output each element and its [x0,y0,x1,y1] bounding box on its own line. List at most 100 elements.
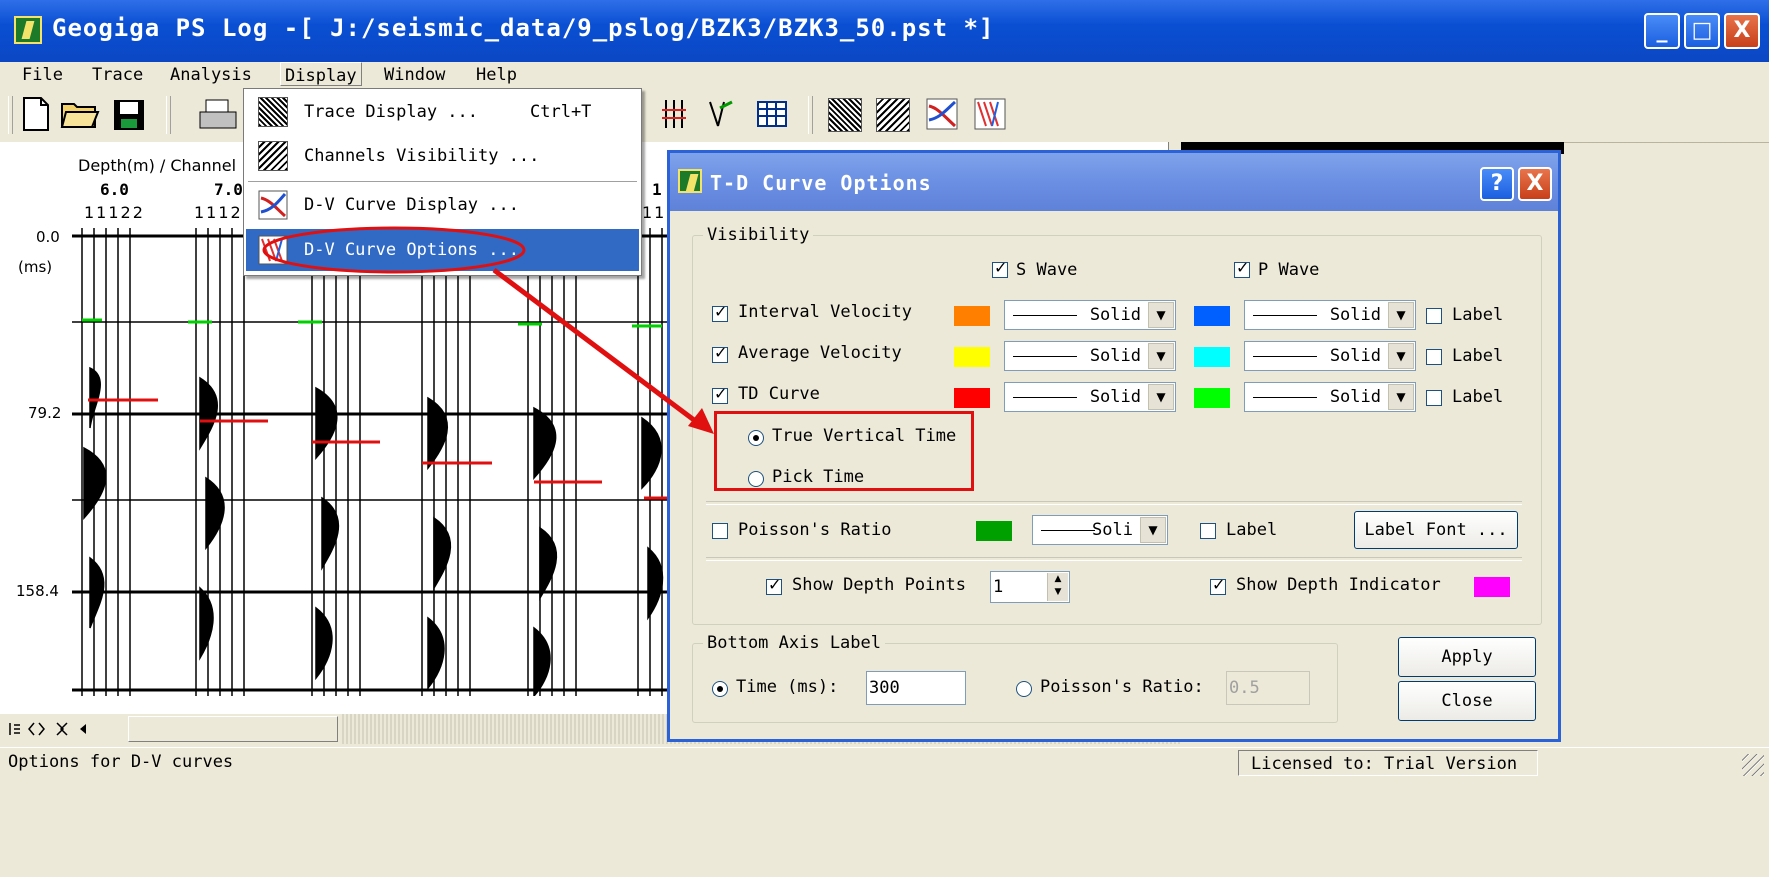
print-icon[interactable] [198,98,238,132]
title-bar[interactable]: Geogiga PS Log -[ J:/seismic_data/9_pslo… [0,0,1769,62]
menu-item-label: Trace Display ... [304,102,478,122]
menu-item-channels-visibility[interactable]: Channels Visibility ... [246,135,639,177]
label-text: Label [1452,387,1504,407]
s-color-swatch[interactable] [954,347,990,367]
bottom-axis-legend: Bottom Axis Label [707,633,881,653]
label-checkbox[interactable] [1426,308,1442,324]
label-text: Label [1452,346,1504,366]
navigation-icons[interactable] [8,720,118,738]
dialog-title-bar[interactable]: T-D Curve Options ? X [670,153,1558,211]
poisson-label-checkbox[interactable] [1200,523,1216,539]
close-button[interactable]: X [1724,13,1760,49]
chevron-down-icon[interactable]: ▼ [1148,302,1174,328]
time-input[interactable]: 300 [866,671,966,705]
s-color-swatch[interactable] [954,388,990,408]
save-icon[interactable] [112,98,146,132]
p-color-swatch[interactable] [1194,306,1230,326]
time-label: Time (ms): [736,677,839,697]
s-line-style-select[interactable]: Solid ▼ [1004,382,1176,412]
spinner-value: 1 [993,577,1004,597]
toolbar-grip[interactable] [8,96,13,134]
app-logo-icon [678,169,702,193]
close-icon: X [1733,18,1751,43]
table-icon[interactable] [756,100,788,128]
show-depth-points-checkbox[interactable] [766,575,782,595]
show-depth-points-label: Show Depth Points [792,575,966,595]
chevron-down-icon[interactable]: ▼ [1388,384,1414,410]
line-sample [1013,397,1077,398]
time-unit-label: (ms) [18,258,53,276]
poissons-ratio-axis-label: Poisson's Ratio: [1040,677,1204,697]
menu-help[interactable]: Help [476,65,517,85]
time-label: 158.4 [16,582,59,600]
menu-display[interactable]: Display [280,62,362,86]
license-panel: Licensed to: Trial Version [1238,750,1538,776]
trace-display-icon[interactable] [828,98,862,132]
p-color-swatch[interactable] [1194,347,1230,367]
poissons-ratio-checkbox[interactable] [712,523,728,539]
menu-item-trace-display[interactable]: Trace Display ... Ctrl+T [246,91,639,133]
trace-tool-icon[interactable] [660,98,690,130]
show-depth-indicator-label: Show Depth Indicator [1236,575,1441,595]
label-checkbox[interactable] [1426,349,1442,365]
chevron-down-icon[interactable]: ▼ [1388,343,1414,369]
s-line-style-select[interactable]: Solid ▼ [1004,300,1176,330]
channels-icon[interactable] [876,98,910,132]
apply-button[interactable]: Apply [1398,637,1536,677]
dv-display-icon[interactable] [926,98,958,130]
group-divider [706,501,1522,505]
chevron-down-icon[interactable]: ▼ [1148,343,1174,369]
select-value: Soli [1092,520,1133,540]
menu-analysis[interactable]: Analysis [170,65,252,85]
maximize-button[interactable]: □ [1684,13,1720,49]
pick-tool-icon[interactable] [706,98,736,130]
spinner-arrows-icon[interactable]: ▲ ▼ [1047,573,1068,601]
scroll-thumb[interactable] [128,716,338,742]
new-file-icon[interactable] [20,96,52,132]
dialog-close-button[interactable]: X [1518,167,1552,201]
p-line-style-select[interactable]: Solid ▼ [1244,300,1416,330]
show-depth-indicator-checkbox[interactable] [1210,575,1226,595]
chevron-down-icon[interactable]: ▼ [1388,302,1414,328]
menu-bar: File Trace Analysis Display Window Help [0,62,1769,88]
poisson-line-style-select[interactable]: Soli ▼ [1032,515,1168,545]
poisson-color-swatch[interactable] [976,521,1012,541]
p-wave-label: P Wave [1258,260,1320,280]
p-line-style-select[interactable]: Solid ▼ [1244,382,1416,412]
resize-grip[interactable] [1742,754,1764,776]
chevron-down-icon[interactable]: ▼ [1140,517,1166,543]
label-checkbox[interactable] [1426,390,1442,406]
poissons-ratio-input[interactable]: 0.5 [1226,671,1310,705]
axis-title: Depth(m) / Channel [78,156,237,175]
select-value: Solid [1329,305,1381,325]
close-dialog-button[interactable]: Close [1398,681,1536,721]
open-folder-icon[interactable] [60,98,100,130]
menu-window[interactable]: Window [384,65,445,85]
poissons-ratio-radio[interactable] [1016,681,1032,697]
p-color-swatch[interactable] [1194,388,1230,408]
poisson-label-text: Label [1226,520,1278,540]
select-value: Solid [1329,346,1381,366]
s-wave-checkbox[interactable] [992,258,1008,278]
s-color-swatch[interactable] [954,306,990,326]
poissons-ratio-label: Poisson's Ratio [738,520,892,540]
depth-points-spinner[interactable]: 1 ▲ ▼ [990,571,1070,603]
menu-trace[interactable]: Trace [92,65,143,85]
p-wave-checkbox[interactable] [1234,258,1250,278]
help-button[interactable]: ? [1480,167,1514,201]
menu-item-label: Channels Visibility ... [304,146,540,166]
chevron-down-icon[interactable]: ▼ [1148,384,1174,410]
channels-icon [258,141,288,171]
s-line-style-select[interactable]: Solid ▼ [1004,341,1176,371]
depth-indicator-color-swatch[interactable] [1474,577,1510,597]
time-radio[interactable] [712,681,728,697]
help-icon: ? [1490,171,1504,196]
p-line-style-select[interactable]: Solid ▼ [1244,341,1416,371]
dv-options-icon[interactable] [974,98,1006,130]
menu-file[interactable]: File [22,65,63,85]
time-label: 79.2 [28,404,62,422]
annotation-highlight-box [714,411,974,491]
td-curve-label: TD Curve [738,384,820,404]
minimize-button[interactable]: _ [1644,13,1680,49]
label-font-button[interactable]: Label Font ... [1354,511,1518,549]
